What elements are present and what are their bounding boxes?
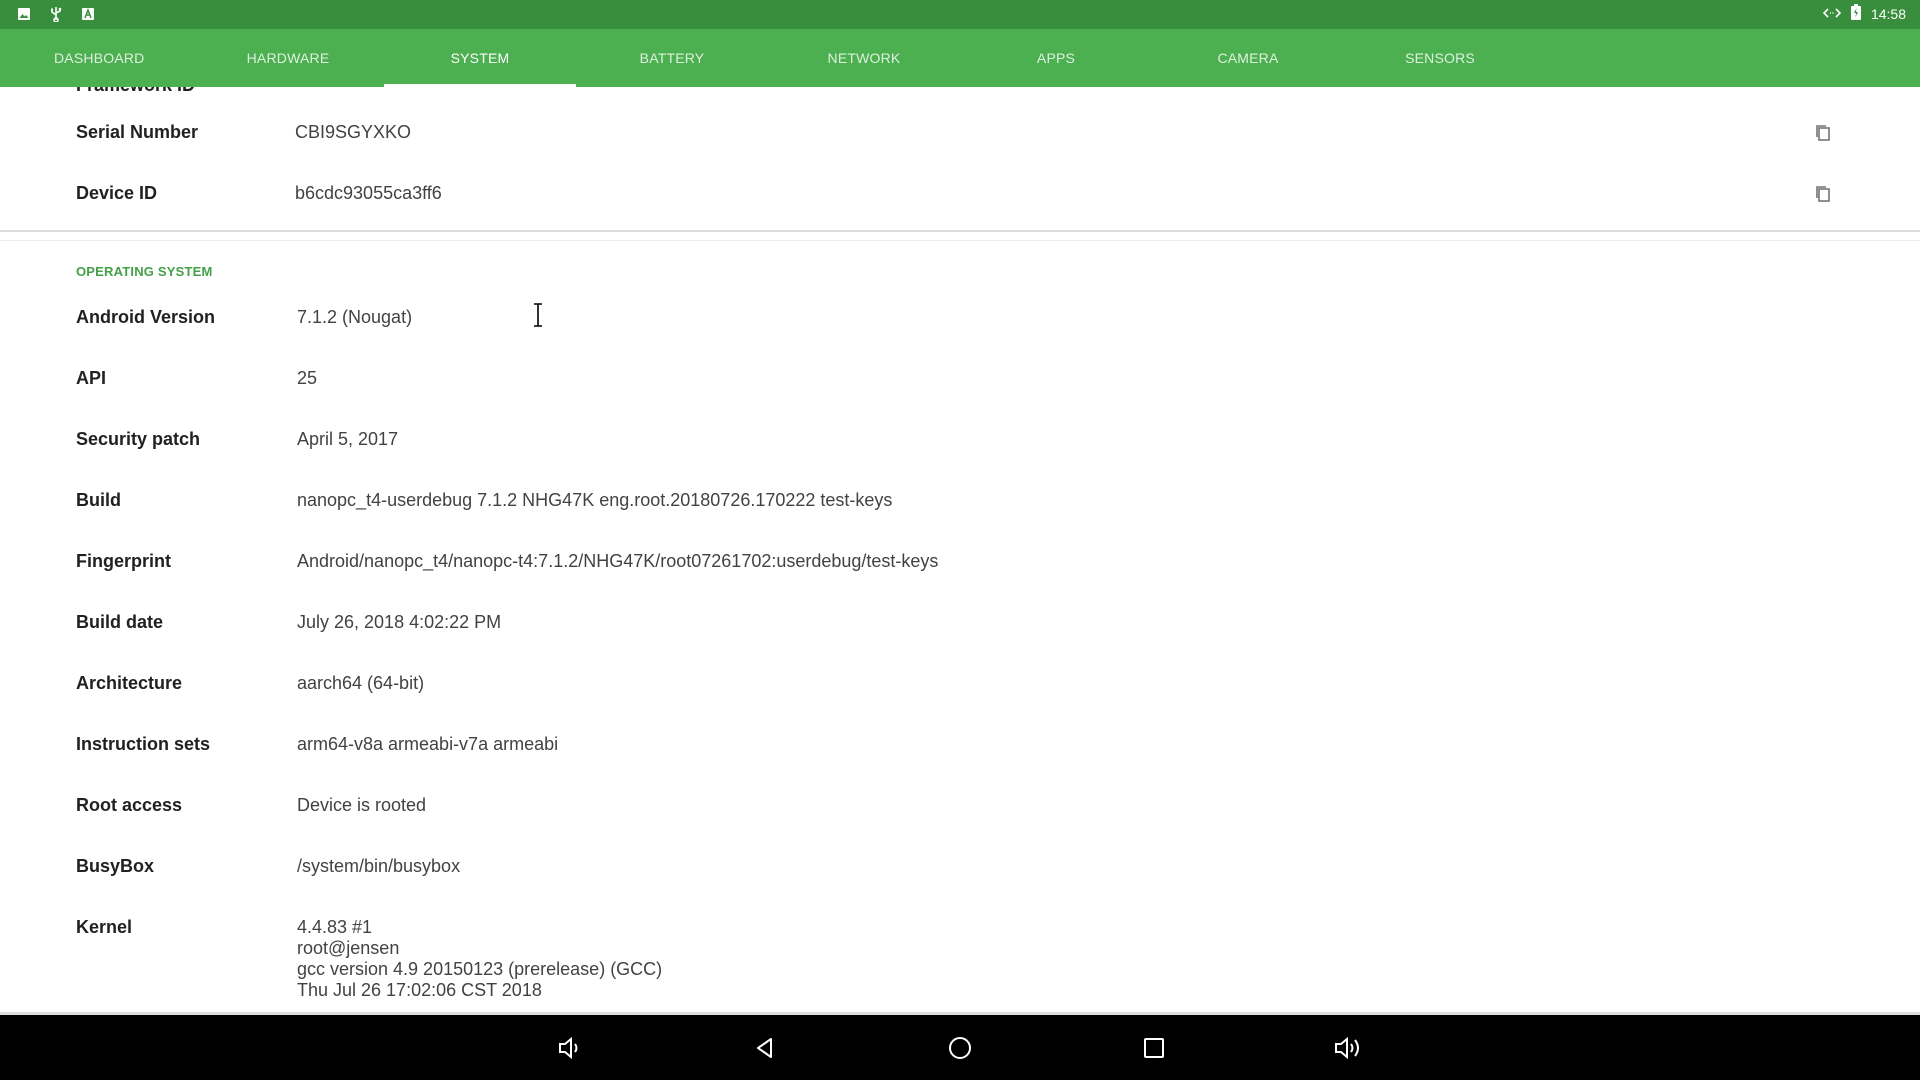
kernel-line-2: root@jensen (297, 938, 400, 958)
security-patch-value: April 5, 2017 (297, 429, 399, 449)
tab-sensors[interactable]: SENSORS (1344, 29, 1536, 87)
tab-hardware[interactable]: HARDWARE (192, 29, 384, 87)
tab-network[interactable]: NETWORK (768, 29, 960, 87)
tab-apps[interactable]: APPS (960, 29, 1152, 87)
kernel-line-1: 4.4.83 #1 (297, 917, 373, 937)
usb-icon (48, 6, 64, 22)
font-icon (80, 6, 96, 22)
root-access-label: Root access (76, 795, 183, 815)
fingerprint-value: Android/nanopc_t4/nanopc-t4:7.1.2/NHG47K… (297, 551, 939, 571)
serial-number-label: Serial Number (76, 122, 199, 142)
kernel-line-3: gcc version 4.9 20150123 (prerelease) (G… (297, 959, 663, 979)
kernel-label: Kernel (76, 917, 133, 937)
device-id-label: Device ID (76, 183, 158, 203)
build-date-value: July 26, 2018 4:02:22 PM (297, 612, 502, 632)
section-title-operating-system: OPERATING SYSTEM (76, 264, 213, 279)
serial-number-value: CBI9SGYXKO (295, 122, 412, 142)
recents-icon[interactable] (1137, 1031, 1171, 1065)
status-bar: 14:58 (0, 0, 1920, 29)
tab-camera[interactable]: CAMERA (1152, 29, 1344, 87)
architecture-label: Architecture (76, 673, 183, 693)
navigation-bar (0, 1015, 1920, 1080)
build-value: nanopc_t4-userdebug 7.1.2 NHG47K eng.roo… (297, 490, 893, 510)
section-divider (0, 230, 1920, 232)
battery-charging-icon (1850, 4, 1861, 23)
copy-serial-icon[interactable] (1814, 123, 1832, 143)
android-version-value: 7.1.2 (Nougat) (297, 307, 413, 327)
home-icon[interactable] (943, 1031, 977, 1065)
tab-system[interactable]: SYSTEM (384, 29, 576, 87)
code-icon (1822, 6, 1842, 22)
busybox-value: /system/bin/busybox (297, 856, 461, 876)
framework-id-label: Framework ID (76, 87, 195, 96)
volume-up-icon[interactable] (1331, 1031, 1365, 1065)
fingerprint-label: Fingerprint (76, 551, 171, 571)
volume-down-icon[interactable] (553, 1031, 587, 1065)
device-id-value: b6cdc93055ca3ff6 (295, 183, 442, 203)
tab-bar: DASHBOARD HARDWARE SYSTEM BATTERY NETWOR… (0, 29, 1920, 87)
architecture-value: aarch64 (64-bit) (297, 673, 425, 693)
system-info-list[interactable]: Framework ID Serial Number CBI9SGYXKO De… (0, 87, 1920, 1015)
back-icon[interactable] (748, 1031, 782, 1065)
tab-battery[interactable]: BATTERY (576, 29, 768, 87)
tab-dashboard[interactable]: DASHBOARD (0, 29, 192, 87)
busybox-label: BusyBox (76, 856, 155, 876)
copy-device-id-icon[interactable] (1814, 184, 1832, 204)
section-divider-shadow (0, 240, 1920, 241)
build-date-label: Build date (76, 612, 164, 632)
instruction-sets-label: Instruction sets (76, 734, 211, 754)
root-access-value: Device is rooted (297, 795, 427, 815)
build-label: Build (76, 490, 121, 510)
image-icon (16, 6, 32, 22)
instruction-sets-value: arm64-v8a armeabi-v7a armeabi (297, 734, 559, 754)
security-patch-label: Security patch (76, 429, 201, 449)
kernel-line-4: Thu Jul 26 17:02:06 CST 2018 (297, 980, 542, 1000)
text-cursor-icon (532, 303, 544, 332)
api-label: API (76, 368, 107, 388)
api-value: 25 (297, 368, 318, 388)
clock: 14:58 (1870, 5, 1906, 22)
android-version-label: Android Version (76, 307, 216, 327)
